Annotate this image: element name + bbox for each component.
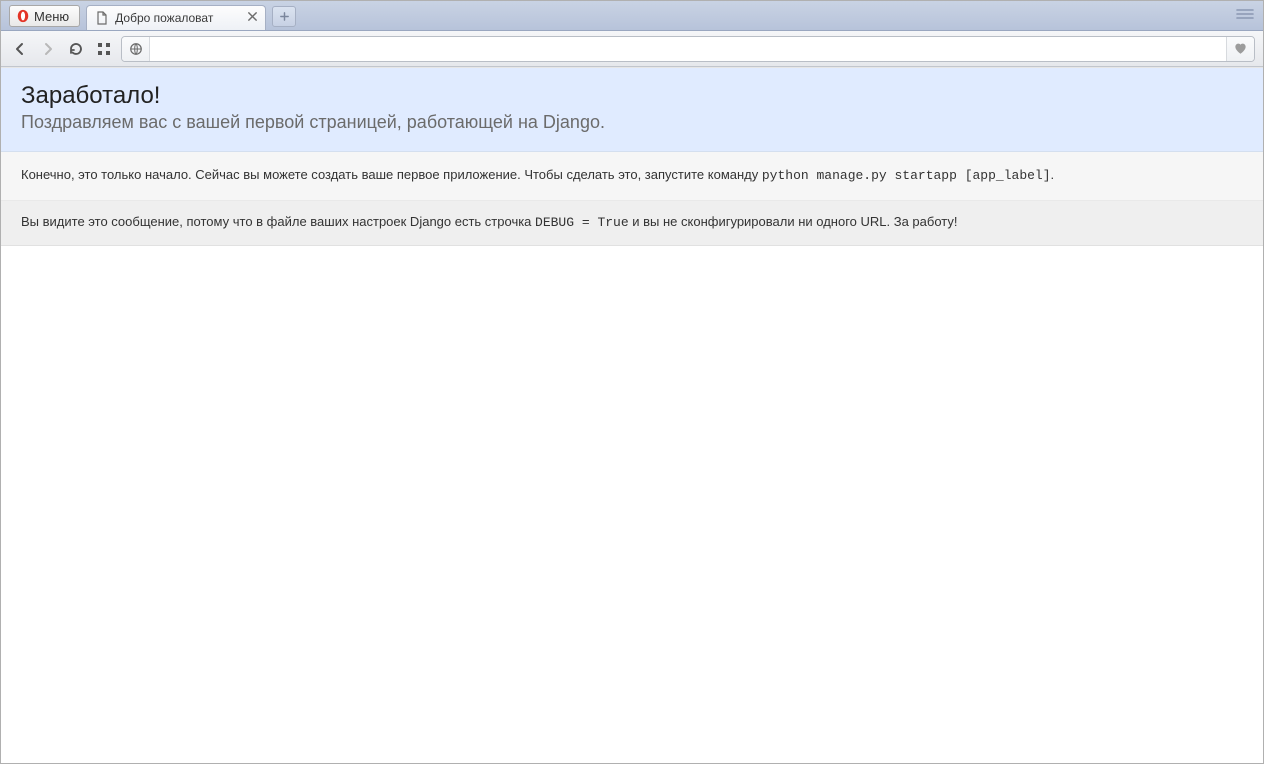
site-info-button[interactable] [122,37,150,61]
back-button[interactable] [9,38,31,60]
reload-button[interactable] [65,38,87,60]
arrow-left-icon [12,41,28,57]
heart-icon [1233,41,1248,56]
panel-toggle-icon[interactable] [1235,7,1255,21]
opera-icon [16,9,30,23]
page-heading: Заработало! [21,82,1243,110]
grid-icon [96,41,112,57]
page-viewport: Заработало! Поздравляем вас с вашей перв… [1,67,1263,763]
instructions-text-post: . [1051,167,1055,182]
page-subheading: Поздравляем вас с вашей первой страницей… [21,112,1243,133]
explanation-block: Вы видите это сообщение, потому что в фа… [1,201,1263,246]
reload-icon [68,41,84,57]
opera-menu-button[interactable]: Меню [9,5,80,27]
speed-dial-button[interactable] [93,38,115,60]
new-tab-button[interactable] [272,6,296,27]
bookmark-button[interactable] [1226,37,1254,61]
toolbar [1,31,1263,67]
tab-title: Добро пожаловат [115,11,241,25]
tab-active[interactable]: Добро пожаловат [86,5,266,30]
forward-button[interactable] [37,38,59,60]
tab-strip: Меню Добро пожаловат [1,1,1263,31]
arrow-right-icon [40,41,56,57]
opera-menu-label: Меню [34,9,69,24]
globe-icon [129,42,143,56]
address-bar [121,36,1255,62]
plus-icon [279,11,290,22]
explanation-code: DEBUG = True [535,215,629,230]
instructions-block: Конечно, это только начало. Сейчас вы мо… [1,152,1263,201]
tab-close-icon[interactable] [245,11,259,25]
instructions-text-pre: Конечно, это только начало. Сейчас вы мо… [21,167,762,182]
document-icon [95,11,109,25]
welcome-banner: Заработало! Поздравляем вас с вашей перв… [1,68,1263,152]
explanation-text-post: и вы не сконфигурировали ни одного URL. … [629,214,958,229]
address-input[interactable] [150,37,1226,61]
instructions-command: python manage.py startapp [app_label] [762,168,1051,183]
explanation-text-pre: Вы видите это сообщение, потому что в фа… [21,214,535,229]
